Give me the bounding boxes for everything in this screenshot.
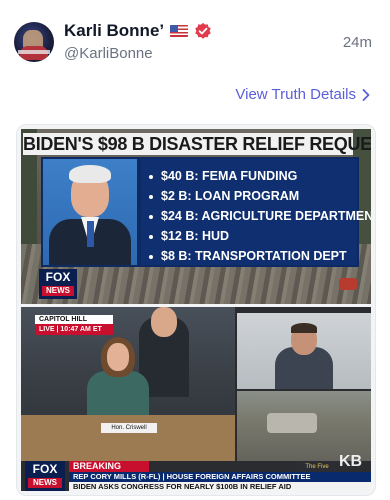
- funding-item: $2 B: LOAN PROGRAM: [149, 189, 299, 203]
- verified-badge-icon: [195, 22, 211, 39]
- funding-item: $24 B: AGRICULTURE DEPARTMENT: [149, 209, 371, 223]
- avatar[interactable]: [14, 22, 54, 62]
- display-name-row[interactable]: Karli Bonne’: [64, 21, 212, 41]
- location-tag: CAPITOL HILL LIVE | 10:47 AM ET: [35, 315, 113, 335]
- view-truth-details-link[interactable]: View Truth Details: [235, 86, 370, 103]
- hearing-scene: Hon. Criswell CAPITOL HILL LIVE | 10:47 …: [21, 307, 235, 461]
- timestamp: 24m: [342, 34, 372, 51]
- funding-item: $12 B: HUD: [149, 229, 229, 243]
- chyron-headline: BIDEN ASKS CONGRESS FOR NEARLY $100B IN …: [69, 482, 371, 491]
- fox-news-logo: FOX NEWS: [39, 269, 77, 299]
- portrait: [43, 159, 137, 265]
- media-image-1[interactable]: BIDEN'S $98 B DISASTER RELIEF REQUEST $4…: [21, 129, 371, 304]
- us-flag-icon: [170, 25, 189, 37]
- chyron-rep: REP CORY MILLS (R-FL) | HOUSE FOREIGN AF…: [69, 472, 371, 482]
- disaster-inset: [237, 391, 371, 461]
- speaker-inset: [237, 313, 371, 389]
- funding-list: $40 B: FEMA FUNDING $2 B: LOAN PROGRAM $…: [141, 159, 371, 265]
- fox-news-logo: FOX NEWS: [25, 461, 65, 491]
- display-name[interactable]: Karli Bonne’: [64, 21, 164, 41]
- handle[interactable]: @KarliBonne: [64, 45, 153, 62]
- funding-item: $8 B: TRANSPORTATION DEPT: [149, 249, 347, 263]
- graphic-headline: BIDEN'S $98 B DISASTER RELIEF REQUEST: [23, 133, 371, 155]
- post-header: Karli Bonne’ @KarliBonne 24m: [0, 0, 390, 80]
- funding-item: $40 B: FEMA FUNDING: [149, 169, 297, 183]
- chevron-right-icon: [362, 88, 370, 101]
- media-image-2[interactable]: Hon. Criswell CAPITOL HILL LIVE | 10:47 …: [21, 307, 371, 491]
- graphic-panel: $40 B: FEMA FUNDING $2 B: LOAN PROGRAM $…: [41, 157, 371, 267]
- post-media[interactable]: BIDEN'S $98 B DISASTER RELIEF REQUEST $4…: [16, 124, 376, 496]
- view-truth-details-label[interactable]: View Truth Details: [235, 86, 356, 103]
- kb-watermark: KB: [339, 453, 363, 470]
- breaking-news-label: BREAKING NEWS: [69, 461, 149, 482]
- nameplate: Hon. Criswell: [101, 423, 157, 433]
